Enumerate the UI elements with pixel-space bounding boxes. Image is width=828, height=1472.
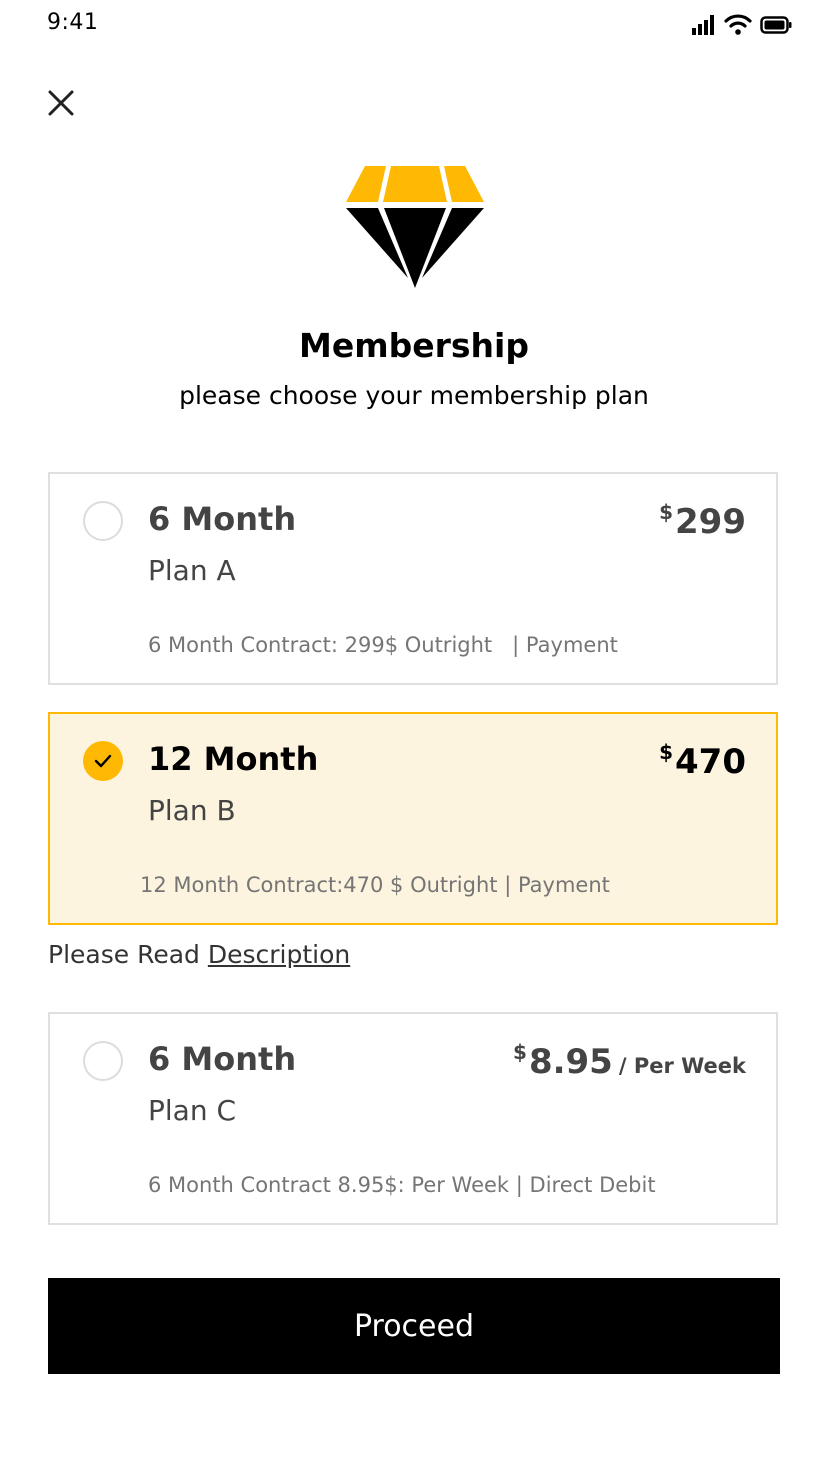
plan-a-radio[interactable]: [83, 501, 123, 541]
currency-symbol: $: [659, 500, 674, 524]
read-note-prefix: Please Read: [48, 940, 208, 969]
battery-icon: [760, 16, 792, 34]
plan-card-a[interactable]: 6 Month Plan A $299 6 Month Contract: 29…: [48, 472, 778, 685]
wifi-icon: [724, 14, 752, 35]
price-period: / Per Week: [618, 1054, 746, 1078]
plan-description: 12 Month Contract:470 $ Outright | Payme…: [140, 873, 610, 897]
plan-term: 6 Month: [148, 500, 297, 538]
plan-term: 6 Month: [148, 1040, 297, 1078]
diamond-logo-icon: [346, 166, 484, 288]
plan-price: $299: [659, 500, 746, 542]
plan-card-c[interactable]: 6 Month Plan C $8.95/ Per Week 6 Month C…: [48, 1012, 778, 1225]
currency-symbol: $: [659, 740, 674, 764]
plan-b-radio[interactable]: [83, 741, 123, 781]
price-amount: 8.95: [528, 1042, 613, 1082]
plan-description: 6 Month Contract 8.95$: Per Week | Direc…: [148, 1173, 656, 1197]
plan-term: 12 Month: [148, 740, 319, 778]
plan-name: Plan A: [148, 554, 236, 587]
proceed-button[interactable]: Proceed: [48, 1278, 780, 1374]
read-description-note: Please Read Description: [48, 940, 350, 969]
description-link[interactable]: Description: [208, 940, 350, 969]
page-title: Membership: [299, 326, 529, 365]
price-amount: 299: [675, 502, 746, 542]
plan-description: 6 Month Contract: 299$ Outright | Paymen…: [148, 633, 618, 657]
currency-symbol: $: [513, 1040, 527, 1064]
plan-price: $470: [659, 740, 746, 782]
page-subtitle: please choose your membership plan: [179, 381, 649, 410]
cellular-signal-icon: [692, 15, 714, 35]
checkmark-icon: [94, 754, 112, 768]
status-icons: [692, 14, 792, 36]
plan-c-radio[interactable]: [83, 1041, 123, 1081]
plan-price: $8.95/ Per Week: [513, 1040, 746, 1082]
plan-card-b[interactable]: 12 Month Plan B $470 12 Month Contract:4…: [48, 712, 778, 925]
plan-name: Plan C: [148, 1094, 237, 1127]
status-bar: 9:41: [0, 0, 828, 50]
status-time: 9:41: [47, 10, 99, 35]
price-amount: 470: [675, 742, 746, 782]
close-button[interactable]: [42, 84, 80, 122]
close-icon: [48, 90, 74, 116]
plan-name: Plan B: [148, 794, 236, 827]
